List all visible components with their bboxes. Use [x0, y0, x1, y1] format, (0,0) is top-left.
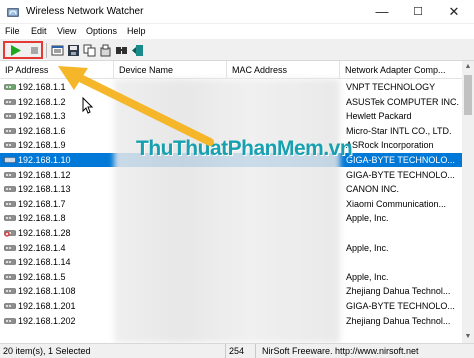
mouse-cursor	[82, 97, 93, 114]
scroll-down-icon[interactable]: ▼	[462, 331, 474, 343]
status-item-count: 20 item(s), 1 Selected	[0, 344, 226, 358]
status-nirsoft-link[interactable]: NirSoft Freeware. http://www.nirsoft.net	[256, 344, 474, 358]
status-bar: 20 item(s), 1 Selected 254 NirSoft Freew…	[0, 343, 474, 358]
annotation-arrow	[58, 66, 214, 146]
status-scan-count: 254	[226, 344, 256, 358]
scroll-thumb[interactable]	[464, 75, 472, 115]
scroll-up-icon[interactable]: ▲	[462, 61, 474, 73]
vertical-scrollbar[interactable]: ▲ ▼	[462, 61, 474, 343]
